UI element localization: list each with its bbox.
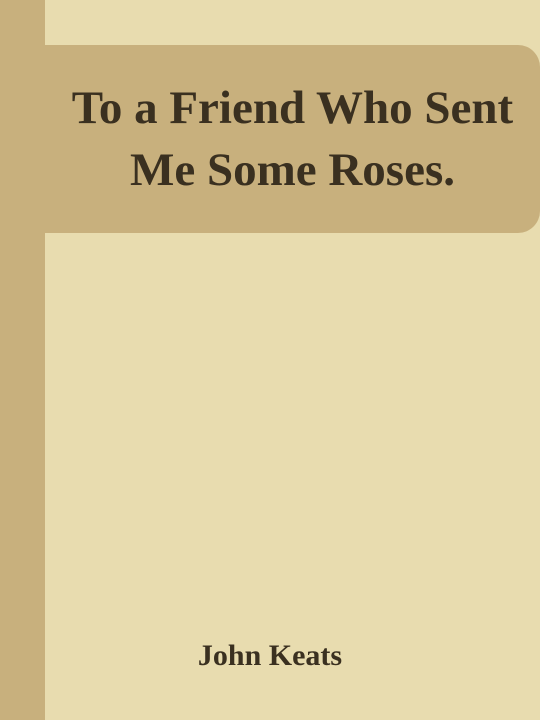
book-title: To a Friend Who Sent Me Some Roses. bbox=[71, 82, 514, 196]
title-band: To a Friend Who Sent Me Some Roses. bbox=[45, 45, 540, 233]
cover-spine bbox=[0, 0, 45, 720]
book-author: John Keats bbox=[197, 639, 343, 672]
